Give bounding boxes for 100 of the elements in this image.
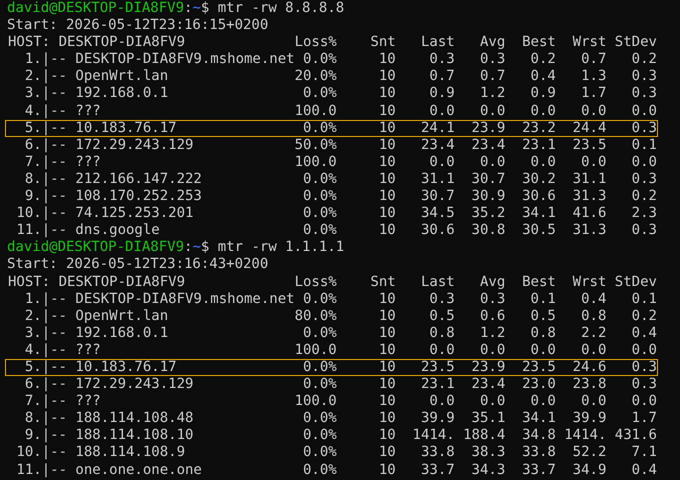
table-cell-text: 23.1 <box>420 376 455 394</box>
column-header: Loss% <box>294 34 337 52</box>
host-name: 188.114.108.48 <box>75 410 194 428</box>
table-cell-text: 38.3 <box>470 444 506 462</box>
table-cell-text: 0.0 <box>630 102 657 120</box>
table-cell-text: 23.4 <box>470 376 506 394</box>
column-header: StDev <box>614 274 657 291</box>
table-cell-text: 0.0% <box>302 358 337 376</box>
table-cell-text: 10 <box>378 222 396 240</box>
table-cell-text: 10 <box>378 136 396 154</box>
table-cell-text: 0.4 <box>630 324 657 342</box>
host-name: OpenWrt.lan <box>75 68 170 86</box>
table-cell-text: 23.0 <box>521 376 556 394</box>
table-cell-text: 30.6 <box>420 222 455 240</box>
host-label: HOST: DESKTOP-DIA8FV9 <box>8 34 186 52</box>
hop-number: 7.|-- <box>24 393 67 410</box>
table-cell-text: 0.9 <box>530 85 556 103</box>
table-cell-text: 0.4 <box>530 68 556 86</box>
table-cell-text: 0.0 <box>530 393 556 410</box>
table-cell-text: 1.2 <box>478 324 506 342</box>
table-cell-text: 0.0% <box>302 205 337 222</box>
table-cell-text: 0.3 <box>630 120 657 137</box>
table-cell-text: 33.7 <box>420 462 455 479</box>
table-cell-text: 0.4 <box>630 462 657 479</box>
table-cell-text: 10 <box>378 102 396 120</box>
table-cell-text: 34.8 <box>521 427 556 444</box>
start-time: Start: 2026-05-12T23:16:15+0200 <box>7 17 270 34</box>
column-header: Last <box>420 34 455 52</box>
table-cell-text: 0.0% <box>302 188 337 206</box>
table-cell-text: 24.4 <box>572 120 606 137</box>
table-cell-text: 23.1 <box>521 136 556 154</box>
table-cell-text: 0.0% <box>302 120 337 137</box>
column-header: Last <box>420 274 455 291</box>
table-cell-text: 0.0 <box>478 102 506 120</box>
hop-number: 10.|-- <box>15 205 67 222</box>
table-cell-text: 0.5 <box>530 308 556 325</box>
table-cell-text: 31.3 <box>572 188 606 206</box>
table-cell-text: 35.1 <box>470 410 506 428</box>
table-cell-text: 10 <box>378 427 396 444</box>
table-cell: 20.0% <box>294 68 337 86</box>
table-cell-text: 7.1 <box>630 444 657 462</box>
table-cell-text: 10 <box>378 85 396 103</box>
table-cell-text: 0.2 <box>630 188 657 206</box>
host-name: 74.125.253.201 <box>75 205 194 222</box>
table-cell-text: 10 <box>378 342 396 359</box>
hop-number: 4.|-- <box>24 342 67 359</box>
table-cell-text: 0.6 <box>478 308 506 325</box>
table-cell-text: 10 <box>378 410 396 428</box>
table-cell-text: 52.2 <box>572 444 606 462</box>
hop-number: 5.|-- <box>24 120 67 137</box>
host-name: 192.168.0.1 <box>75 85 170 103</box>
table-cell-text: 1.7 <box>580 85 606 103</box>
column-header: Wrst <box>572 274 606 291</box>
table-cell-text: 0.0% <box>302 427 337 444</box>
table-cell-text: 0.2 <box>630 51 657 68</box>
table-cell-text: 0.0 <box>428 393 455 410</box>
table-cell-text: 10 <box>378 188 396 206</box>
hop-number: 6.|-- <box>24 376 67 394</box>
host-name: DESKTOP-DIA8FV9.mshome.net <box>75 51 295 68</box>
table-cell-text: 10 <box>378 120 396 137</box>
table-cell-text: 23.4 <box>470 136 506 154</box>
hop-number: 2.|-- <box>24 308 67 325</box>
table-cell-text: 0.0% <box>302 290 337 308</box>
table-cell-text: 23.5 <box>420 358 455 376</box>
column-header: Best <box>521 274 556 291</box>
hop-number: 3.|-- <box>24 324 67 342</box>
table-cell: 100.0 <box>294 102 337 120</box>
table-cell-text: 0.0% <box>302 51 337 68</box>
host-name: 108.170.252.253 <box>75 188 203 206</box>
table-cell-text: 0.0% <box>302 324 337 342</box>
column-header: Avg <box>478 34 506 52</box>
table-cell-text: 30.7 <box>470 170 506 188</box>
table-cell-text: 0.0 <box>530 342 556 359</box>
table-cell-text: 10 <box>378 358 396 376</box>
table-cell-text: 0.0 <box>530 102 556 120</box>
table-cell-text: 10 <box>378 51 396 68</box>
host-name: ??? <box>75 393 102 410</box>
table-cell-text: 0.0 <box>428 342 455 359</box>
table-cell-text: 0.9 <box>428 85 455 103</box>
table-cell-text: 0.0% <box>302 85 337 103</box>
table-cell-text: 10 <box>378 154 396 171</box>
table-cell-text: 1.2 <box>478 85 506 103</box>
host-label: HOST: DESKTOP-DIA8FV9 <box>8 274 186 291</box>
table-cell-text: 30.8 <box>470 222 506 240</box>
column-header: StDev <box>614 34 657 52</box>
hop-number: 6.|-- <box>24 136 67 154</box>
table-cell-text: 1.7 <box>630 410 657 428</box>
column-header: Snt <box>369 34 396 52</box>
table-cell-text: 0.0% <box>302 222 337 240</box>
hop-number: 11.|-- <box>15 462 67 479</box>
host-name: ??? <box>75 102 102 120</box>
table-cell-text: 0.3 <box>630 358 657 376</box>
table-cell-text: 30.6 <box>521 188 556 206</box>
table-cell-text: 39.9 <box>420 410 455 428</box>
table-cell-text: 30.5 <box>521 222 556 240</box>
table-cell-text: 30.2 <box>521 170 556 188</box>
table-cell-text: 0.0 <box>478 393 506 410</box>
table-cell-text: 431.6 <box>614 427 657 444</box>
table-cell-text: 31.1 <box>572 170 606 188</box>
table-cell-text: 0.3 <box>478 290 506 308</box>
